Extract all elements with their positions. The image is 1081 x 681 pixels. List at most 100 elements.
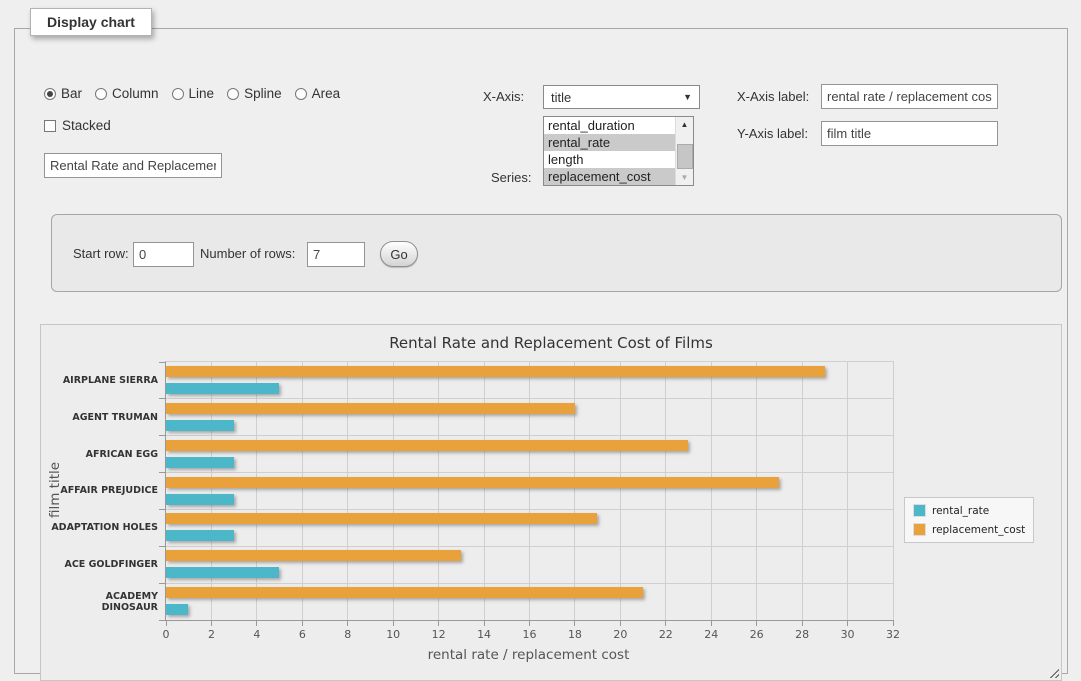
bar-rental_rate — [166, 530, 234, 541]
x-tick-label: 8 — [344, 628, 351, 641]
x-tick-label: 14 — [477, 628, 491, 641]
grid-line-v — [302, 362, 303, 620]
x-axis-select-value: title — [551, 90, 571, 105]
x-tick-label: 20 — [613, 628, 627, 641]
radio-option-column[interactable]: Column — [95, 86, 159, 101]
bar-rental_rate — [166, 420, 234, 431]
grid-line-h — [166, 435, 893, 436]
radio-option-label: Column — [112, 86, 159, 101]
axis-tick — [847, 620, 848, 626]
radio-option-label: Bar — [61, 86, 82, 101]
chart-title-input[interactable] — [44, 153, 222, 178]
grid-line-v — [620, 362, 621, 620]
x-axis-select-label: X-Axis: — [483, 89, 524, 104]
resize-grip-icon[interactable] — [1047, 666, 1059, 678]
chart-legend: rental_ratereplacement_cost — [904, 497, 1034, 543]
bar-rental_rate — [166, 494, 234, 505]
y-axis-label-input[interactable] — [821, 121, 998, 146]
radio-option-area[interactable]: Area — [295, 86, 341, 101]
list-option-rental_rate[interactable]: rental_rate — [544, 134, 675, 151]
grid-line-v — [756, 362, 757, 620]
x-axis-label-field-label: X-Axis label: — [737, 89, 809, 104]
list-option-replacement_cost[interactable]: replacement_cost — [544, 168, 675, 185]
list-option-length[interactable]: length — [544, 151, 675, 168]
category-label: AFFAIR PREJUDICE — [48, 473, 158, 510]
x-axis-select[interactable]: title ▼ — [543, 85, 700, 109]
axis-tick — [256, 620, 257, 626]
grid-line-v — [484, 362, 485, 620]
bar-replacement_cost — [166, 403, 575, 414]
radio-option-bar[interactable]: Bar — [44, 86, 82, 101]
axis-tick — [393, 620, 394, 626]
axis-tick — [166, 620, 167, 626]
x-tick-label: 0 — [163, 628, 170, 641]
grid-line-v — [529, 362, 530, 620]
radio-icon[interactable] — [295, 88, 307, 100]
num-rows-input[interactable] — [307, 242, 365, 267]
x-tick-label: 26 — [750, 628, 764, 641]
chart-type-group: Bar Column Line Spline Area — [44, 86, 340, 101]
x-tick-label: 18 — [568, 628, 582, 641]
radio-option-line[interactable]: Line — [172, 86, 215, 101]
category-label: AIRPLANE SIERRA — [48, 362, 158, 399]
bar-rental_rate — [166, 567, 279, 578]
x-tick-label: 28 — [795, 628, 809, 641]
listbox-scrollbar[interactable]: ▲ ▼ — [675, 117, 693, 185]
radio-icon[interactable] — [172, 88, 184, 100]
axis-tick — [159, 472, 165, 473]
bar-rental_rate — [166, 604, 188, 615]
chart-title: Rental Rate and Replacement Cost of Film… — [41, 334, 1061, 352]
series-listbox[interactable]: rental_durationrental_ratelengthreplacem… — [543, 116, 694, 186]
go-button[interactable]: Go — [380, 241, 418, 267]
x-tick-label: 30 — [841, 628, 855, 641]
radio-option-label: Spline — [244, 86, 282, 101]
axis-tick — [159, 398, 165, 399]
list-option-rental_duration[interactable]: rental_duration — [544, 117, 675, 134]
grid-line-v — [347, 362, 348, 620]
bar-replacement_cost — [166, 513, 597, 524]
x-axis-label-input[interactable] — [821, 84, 998, 109]
radio-icon[interactable] — [95, 88, 107, 100]
category-label: ACE GOLDFINGER — [48, 546, 158, 583]
x-tick-label: 12 — [432, 628, 446, 641]
axis-tick — [529, 620, 530, 626]
axis-tick — [484, 620, 485, 626]
start-row-input[interactable] — [133, 242, 194, 267]
bar-replacement_cost — [166, 587, 643, 598]
scroll-down-icon[interactable]: ▼ — [676, 170, 693, 185]
plot-area: 02468101214161820222426283032AIRPLANE SI… — [165, 361, 894, 621]
x-tick-label: 32 — [886, 628, 900, 641]
chart-container: Rental Rate and Replacement Cost of Film… — [40, 324, 1062, 681]
grid-line-v — [211, 362, 212, 620]
axis-tick — [438, 620, 439, 626]
x-tick-label: 22 — [659, 628, 673, 641]
radio-option-label: Line — [189, 86, 215, 101]
legend-swatch — [913, 504, 926, 517]
scrollbar-thumb[interactable] — [677, 144, 693, 169]
chevron-down-icon: ▼ — [683, 92, 692, 102]
axis-tick — [159, 583, 165, 584]
display-chart-panel: BarColumnLineSplineArea Stacked X-Axis: … — [14, 28, 1068, 674]
grid-line-v — [802, 362, 803, 620]
grid-line-v — [711, 362, 712, 620]
grid-line-h — [166, 398, 893, 399]
axis-tick — [159, 435, 165, 436]
y-axis-label-field-label: Y-Axis label: — [737, 126, 808, 141]
radio-icon[interactable] — [227, 88, 239, 100]
stacked-checkbox-row[interactable]: Stacked — [44, 118, 111, 133]
category-label: AGENT TRUMAN — [48, 399, 158, 436]
checkbox-icon[interactable] — [44, 120, 56, 132]
axis-tick — [756, 620, 757, 626]
grid-line-v — [256, 362, 257, 620]
bar-replacement_cost — [166, 477, 779, 488]
panel-tab: Display chart — [30, 8, 152, 36]
axis-tick — [159, 509, 165, 510]
num-rows-label: Number of rows: — [200, 246, 295, 261]
radio-icon[interactable] — [44, 88, 56, 100]
legend-label: replacement_cost — [932, 524, 1025, 536]
axis-tick — [620, 620, 621, 626]
radio-option-spline[interactable]: Spline — [227, 86, 282, 101]
category-label: AFRICAN EGG — [48, 436, 158, 473]
scroll-up-icon[interactable]: ▲ — [676, 117, 693, 132]
panel-tab-label: Display chart — [47, 14, 135, 30]
